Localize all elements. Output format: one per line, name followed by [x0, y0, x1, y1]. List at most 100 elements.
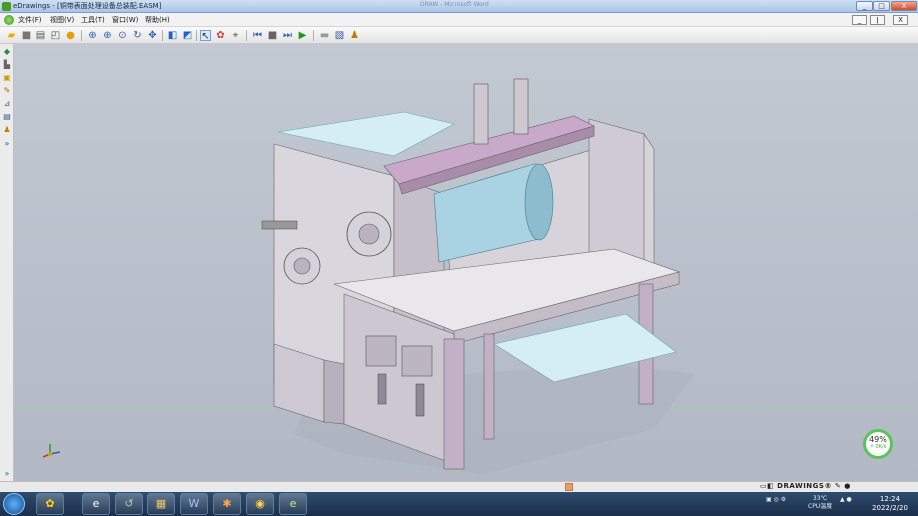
taskbar-app-edrawings[interactable]: e	[279, 493, 307, 515]
maximize-button[interactable]: □	[873, 1, 890, 11]
chrome-icon: ◉	[255, 497, 265, 510]
folder-icon: ▦	[155, 497, 167, 510]
first-frame-icon[interactable]: ⏮	[252, 30, 263, 41]
expand-icon[interactable]: »	[2, 139, 12, 149]
motor-left	[377, 373, 387, 405]
toolbar-separator	[196, 30, 197, 41]
right-lift-cylinder	[513, 78, 529, 135]
tray-icons[interactable]: ▣ ◎ ⚙	[766, 496, 786, 503]
taskbar-app-word[interactable]: W	[180, 493, 208, 515]
section-icon[interactable]: ▬	[319, 30, 330, 41]
taskbar-app-folder[interactable]: ▦	[147, 493, 175, 515]
document-icon[interactable]	[4, 15, 14, 25]
edrawings-brand: ▭◧ DRAWINGS® ✎ ●	[760, 482, 851, 490]
explode-icon[interactable]: ▧	[334, 30, 345, 41]
shaded-view-icon[interactable]: ◧	[167, 30, 178, 41]
lower-gearbox-left	[365, 335, 397, 367]
drive-shaft	[261, 220, 298, 230]
menu-window[interactable]: 窗口(W)	[112, 15, 138, 25]
badge-speed: ↑ 0K/s	[869, 444, 887, 450]
minimize-button[interactable]: _	[856, 1, 873, 11]
help-icon[interactable]: ●	[65, 30, 76, 41]
taskbar-app-ie[interactable]: e	[82, 493, 110, 515]
app-icon: ↺	[124, 497, 134, 510]
taskbar-app-explorer[interactable]: ✿	[36, 493, 64, 515]
side-panel-tabs: ◆ ▙ ▣ ✎ ⊿ ▤ ♟ » »	[0, 44, 14, 481]
doc-close-button[interactable]: X	[893, 15, 908, 25]
edrawings-icon: e	[289, 497, 297, 510]
system-clock[interactable]: 12:24 2022/2/20	[866, 495, 914, 513]
top-sheet	[277, 111, 455, 157]
step-forward-icon[interactable]: ⏭	[282, 30, 293, 41]
background-window-title: DRAW - Microsoft Word	[420, 1, 489, 8]
status-bar: ▭◧ DRAWINGS® ✎ ●	[0, 481, 918, 492]
model-viewport[interactable]: 49% ↑ 0K/s	[14, 44, 918, 481]
tray-expand-icon[interactable]: ▲ ●	[840, 496, 852, 503]
explorer-icon: ✿	[45, 497, 55, 510]
menu-view[interactable]: 视图(V)	[50, 15, 74, 25]
perspective-icon[interactable]: ◩	[182, 30, 193, 41]
gear-hub-upper	[358, 223, 380, 245]
cpu-temperature: 33℃ CPU温度	[808, 495, 833, 510]
open-icon[interactable]: ▰	[6, 30, 17, 41]
print-icon[interactable]: ▤	[35, 30, 46, 41]
save-icon[interactable]: ■	[21, 30, 32, 41]
views-icon[interactable]: ▣	[2, 73, 12, 83]
motor-right	[415, 383, 425, 417]
word-icon: W	[188, 497, 200, 510]
measure-icon[interactable]: ⊿	[2, 99, 12, 109]
properties-icon[interactable]: ▤	[2, 112, 12, 122]
menu-tools[interactable]: 工具(T)	[81, 15, 105, 25]
performance-badge[interactable]: 49% ↑ 0K/s	[863, 429, 893, 459]
menu-help[interactable]: 帮助(H)	[145, 15, 170, 25]
front-leg	[443, 338, 465, 470]
start-button[interactable]	[3, 493, 25, 515]
measure-icon[interactable]: ⌖	[230, 30, 241, 41]
taskbar-app-other[interactable]: ✱	[213, 493, 241, 515]
gear-hub-lower	[293, 257, 311, 275]
taskbar-app-chrome[interactable]: ◉	[246, 493, 274, 515]
doc-minimize-button[interactable]: _	[852, 15, 867, 25]
machine-assembly-model[interactable]	[14, 44, 918, 481]
doc-restore-button[interactable]: ǀ	[870, 15, 885, 25]
edrawings-app-icon	[2, 2, 11, 11]
toolbar-separator	[81, 30, 82, 41]
app-icon: ✱	[222, 497, 232, 510]
rotate-icon[interactable]: ↻	[132, 30, 143, 41]
left-lift-cylinder	[473, 83, 489, 145]
taskbar-app-refresh[interactable]: ↺	[115, 493, 143, 515]
axis-triad-icon	[42, 444, 61, 458]
badge-percentage: 49%	[869, 435, 887, 444]
configurations-icon[interactable]: ▙	[2, 60, 12, 70]
expand-bottom-icon[interactable]: »	[2, 469, 12, 479]
left-leg-side	[323, 359, 345, 425]
middle-leg	[483, 333, 495, 440]
print-preview-icon[interactable]: ◰	[50, 30, 61, 41]
components-icon[interactable]: ◆	[2, 47, 12, 57]
play-icon[interactable]: ▶	[297, 30, 308, 41]
menu-file[interactable]: 文件(F)	[18, 15, 42, 25]
window-title: eDrawings - [铜带表面处理设备总装配.EASM]	[13, 2, 162, 10]
close-button[interactable]: X	[891, 1, 917, 11]
toolbar: ▰ ■ ▤ ◰ ● ⊕ ⊕ ⊙ ↻ ✥ ◧ ◩ ↖ ✿ ⌖ ⏮ ■ ⏭ ▶ ▬ …	[0, 27, 918, 44]
zoom-area-icon[interactable]: ⊙	[117, 30, 128, 41]
ie-icon: e	[92, 497, 100, 510]
zoom-fit-icon[interactable]: ⊕	[87, 30, 98, 41]
roller-end	[524, 163, 554, 241]
markup-icon[interactable]: ✿	[215, 30, 226, 41]
pan-icon[interactable]: ✥	[147, 30, 158, 41]
taskbar: ✿ e ↺ ▦ W ✱ ◉ e ▣ ◎ ⚙ 33℃ CPU温度 ▲ ● 12:24…	[0, 492, 918, 516]
menu-bar: 文件(F) 视图(V) 工具(T) 窗口(W) 帮助(H) _ ǀ X	[0, 13, 918, 27]
status-indicator-icon	[565, 483, 573, 491]
stamp-icon[interactable]: ♟	[2, 125, 12, 135]
stop-icon[interactable]: ■	[267, 30, 278, 41]
stamp-icon[interactable]: ♟	[349, 30, 360, 41]
toolbar-separator	[162, 30, 163, 41]
title-bar[interactable]: eDrawings - [铜带表面处理设备总装配.EASM] DRAW - Mi…	[0, 0, 918, 13]
zoom-in-icon[interactable]: ⊕	[102, 30, 113, 41]
select-icon[interactable]: ↖	[200, 30, 211, 42]
markup-icon[interactable]: ✎	[2, 86, 12, 96]
lower-gearbox-right	[401, 345, 433, 377]
toolbar-separator	[313, 30, 314, 41]
toolbar-separator	[246, 30, 247, 41]
